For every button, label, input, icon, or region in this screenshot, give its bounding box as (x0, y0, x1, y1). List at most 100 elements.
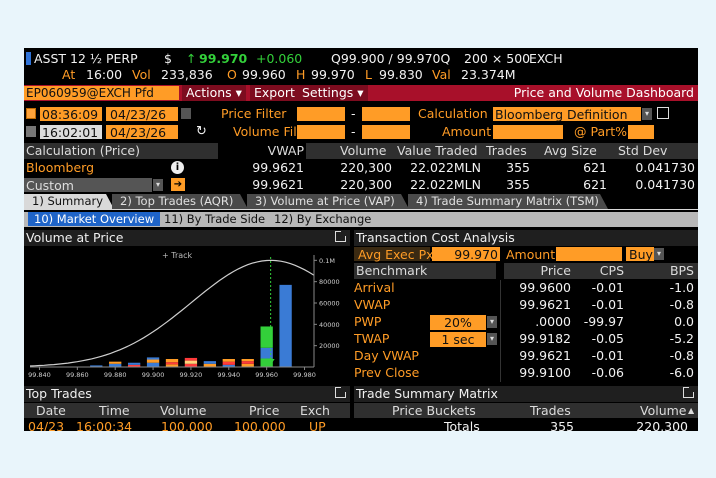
calc-trades: 355 (506, 177, 530, 192)
calc-value: 22.022MLN (410, 160, 481, 175)
benchmark-bps: -0.8 (669, 348, 694, 363)
last-time: 16:00 (86, 67, 123, 82)
benchmark-bps: -5.2 (669, 331, 694, 346)
col-volume: Volume (340, 143, 387, 158)
popout-icon[interactable] (657, 107, 669, 119)
tca-row[interactable]: Day VWAP 99.9621 -0.01 -0.8 (354, 348, 698, 365)
pwp-dropdown-icon[interactable]: ▾ (487, 316, 497, 328)
volume-value: 233,836 (161, 67, 213, 82)
actions-menu[interactable]: Actions ▾ (182, 85, 246, 101)
calculation-dropdown-icon[interactable]: ▾ (642, 108, 652, 120)
top-trade-row[interactable]: 04/23 16:00:34 100,000 100.000 UP (24, 419, 350, 431)
benchmark-price: .0000 (535, 314, 571, 329)
col-value-traded: Value Traded (397, 143, 478, 158)
benchmark-price: 99.9621 (519, 348, 571, 363)
high-label: H (296, 67, 306, 82)
start-date-calendar-icon[interactable] (181, 108, 191, 119)
custom-dropdown-icon[interactable]: ▾ (153, 179, 163, 191)
end-date-checkbox[interactable] (26, 126, 36, 137)
subtab-market-overview[interactable]: 10) Market Overview (28, 212, 161, 226)
tab-summary[interactable]: 1) Summary (24, 194, 114, 209)
expand-icon[interactable] (683, 386, 695, 398)
refresh-icon[interactable]: ↻ (196, 124, 207, 139)
subtab-by-trade-side[interactable]: 11) By Trade Side (158, 212, 271, 226)
y-tick-label: 20000 (319, 342, 340, 350)
tsm-panel-title: Trade Summary Matrix (354, 386, 698, 402)
benchmark-name: VWAP (354, 297, 391, 312)
volume-filter-min[interactable] (297, 125, 345, 139)
avg-exec-label: Avg Exec Px (354, 247, 434, 262)
tca-row[interactable]: VWAP 99.9621 -0.01 -0.8 (354, 297, 698, 314)
benchmark-cps: -0.01 (591, 297, 624, 312)
custom-label: Custom (26, 178, 74, 193)
calc-vwap: 99.9621 (252, 160, 304, 175)
start-date-field[interactable]: 04/23/26 (106, 107, 178, 122)
col-volume: Volume (160, 403, 207, 418)
last-price: 99.970 (199, 51, 248, 66)
tca-panel-title: Transaction Cost Analysis (354, 230, 698, 246)
calc-avg-size: 621 (583, 160, 607, 175)
tab-trade-summary-matrix[interactable]: 4) Trade Summary Matrix (TSM) (408, 194, 608, 209)
twap-dropdown-icon[interactable]: ▾ (487, 333, 497, 345)
tca-row[interactable]: Prev Close 99.9100 -0.06 -6.0 (354, 365, 698, 382)
start-time-field[interactable]: 08:36:09 (40, 107, 102, 122)
col-trades: Trades (486, 143, 527, 158)
at-label: At (62, 67, 76, 82)
volume-bar-segment (165, 362, 179, 365)
calc-vwap: 99.9621 (252, 177, 304, 192)
terminal-screen: ASST 12 ½ PERP $ ↑ 99.970 +0.060 Q99.900… (24, 48, 698, 431)
sort-up-icon[interactable]: ▲ (688, 403, 694, 418)
y-tick-label: 80000 (319, 278, 340, 286)
volume-bar-segment (241, 361, 254, 364)
vol-label: Vol (132, 67, 151, 82)
expand-icon[interactable] (335, 230, 347, 242)
price-filter-max[interactable] (362, 107, 410, 121)
security-name: ASST 12 ½ PERP (34, 51, 138, 66)
tca-row[interactable]: PWP 20% ▾ .0000 -99.97 0.0 (354, 314, 698, 331)
tab-top-trades[interactable]: 2) Top Trades (AQR) (112, 194, 248, 209)
tca-header-gap (496, 263, 504, 279)
volume-bar-segment (222, 361, 235, 365)
tca-amount-input[interactable] (556, 247, 622, 261)
side-dropdown-icon[interactable]: ▾ (654, 248, 664, 260)
info-icon[interactable]: i (171, 161, 184, 174)
calculation-select[interactable]: Bloomberg Definition (493, 107, 641, 122)
calc-row-custom[interactable]: Custom ▾ ➔ 99.9621 220,300 22.022MLN 355… (24, 177, 698, 193)
part-input[interactable] (628, 125, 654, 139)
security-id-field[interactable]: EP060959@EXCH Pfd (24, 86, 179, 100)
apply-arrow-icon[interactable]: ➔ (171, 178, 185, 191)
amount-input[interactable] (493, 125, 563, 139)
currency: $ (164, 51, 172, 66)
benchmark-price: 99.9182 (519, 331, 571, 346)
tca-row[interactable]: TWAP 1 sec ▾ 99.9182 -0.05 -5.2 (354, 331, 698, 348)
end-time-field[interactable]: 16:02:01 (40, 125, 102, 140)
toolbar: EP060959@EXCH Pfd Actions ▾ Export Setti… (24, 85, 698, 101)
expand-icon[interactable] (335, 386, 347, 398)
top-trades-header: Date Time Volume Price Exch (24, 403, 350, 418)
subtab-by-exchange[interactable]: 12) By Exchange (268, 212, 377, 226)
y-tick-label: 40000 (319, 321, 340, 329)
avg-exec-input[interactable]: 99.970 (432, 247, 500, 262)
col-time: Time (99, 403, 130, 418)
side-select[interactable]: Buy (626, 247, 654, 262)
twap-input[interactable]: 1 sec (430, 332, 486, 347)
pwp-input[interactable]: 20% (430, 315, 486, 330)
calendar-icon[interactable] (26, 108, 36, 119)
export-button[interactable]: Export (250, 85, 299, 101)
volume-filter-max[interactable] (362, 125, 410, 139)
calc-row-bloomberg[interactable]: Bloomberg i 99.9621 220,300 22.022MLN 35… (24, 160, 698, 176)
bid-ask-size: 200 × 500 (464, 51, 531, 66)
tca-row[interactable]: Arrival 99.9600 -0.01 -1.0 (354, 280, 698, 297)
end-date-field[interactable]: 04/23/26 (106, 125, 178, 140)
custom-select[interactable]: Custom (24, 178, 152, 193)
settings-menu[interactable]: Settings ▾ (298, 85, 368, 101)
low-label: L (365, 67, 372, 82)
x-tick-label: 99.900 (142, 371, 165, 379)
trade-volume: 100,000 (161, 419, 213, 431)
benchmark-name: Day VWAP (354, 348, 419, 363)
net-change: +0.060 (256, 51, 303, 66)
price-filter-min[interactable] (297, 107, 345, 121)
tab-volume-at-price[interactable]: 3) Volume at Price (VAP) (247, 194, 409, 209)
calc-volume: 220,300 (340, 177, 392, 192)
calc-name: Bloomberg (26, 160, 94, 175)
